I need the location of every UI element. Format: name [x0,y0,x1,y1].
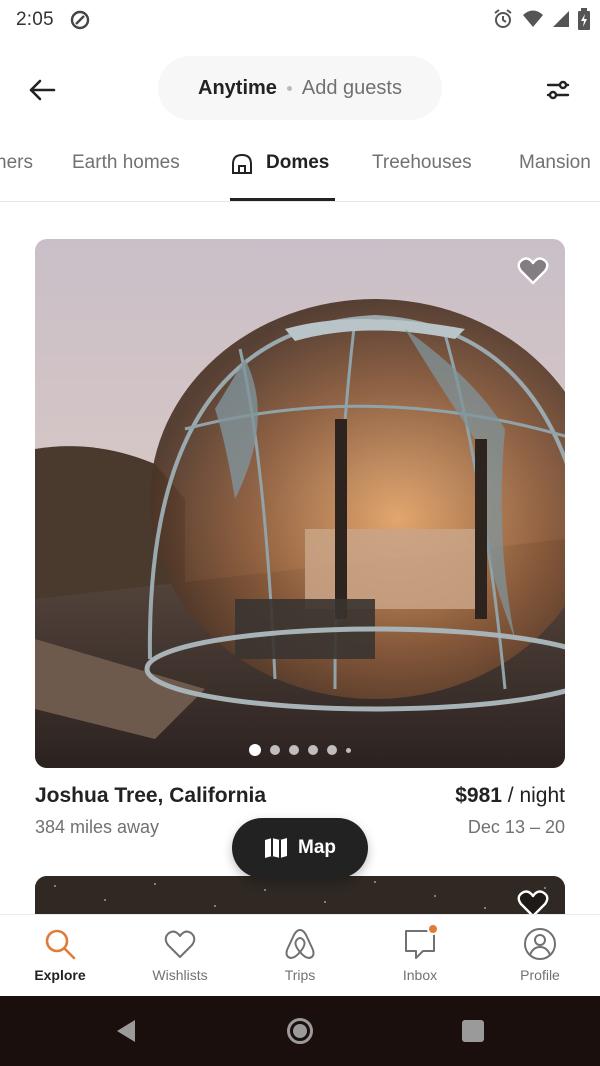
carousel-dot[interactable] [346,747,351,753]
nav-label: Trips [284,967,316,983]
heart-icon [164,930,196,958]
profile-icon [524,928,556,960]
nav-profile[interactable]: Profile [480,915,600,996]
nav-trips[interactable]: Trips [240,915,360,996]
signal-icon [553,11,569,27]
bottom-navigation: Explore Wishlists Trips Inbox Profile [0,914,600,996]
nav-explore[interactable]: Explore [0,915,120,996]
tab-treehouses[interactable]: Treehouses [372,152,472,174]
system-navigation-bar [0,996,600,1066]
system-back-icon[interactable] [115,1018,137,1044]
map-button-label: Map [298,837,336,858]
price-suffix: / night [501,784,565,807]
wifi-icon [523,10,543,27]
nav-label: Profile [520,967,560,983]
system-recents-icon[interactable] [462,1020,484,1042]
search-header: Anytime Add guests [0,56,600,120]
tab-category-partial[interactable]: ners [0,152,33,174]
active-tab-indicator [230,198,335,201]
at-circle-icon [70,10,89,30]
back-button[interactable] [24,72,60,108]
map-button[interactable]: Map [232,818,368,878]
listing-distance: 384 miles away [35,817,160,837]
status-bar: 2:05 [0,0,600,40]
arrow-left-icon [29,79,56,101]
dome-icon [232,153,252,174]
tab-domes[interactable]: Domes [266,152,329,174]
photo-carousel-dots [35,744,565,756]
nav-label: Wishlists [152,967,208,983]
status-icons [492,8,590,30]
listing-title[interactable]: Joshua Tree, California [35,784,266,808]
nav-label: Inbox [402,967,438,983]
save-heart-icon[interactable] [517,255,549,287]
tab-mansions[interactable]: Mansion [519,152,591,174]
starry-photo-image [35,876,565,916]
dome-photo-image [35,239,565,768]
search-icon [45,929,76,960]
listing-price: $981 [455,784,502,807]
nav-inbox[interactable]: Inbox [360,915,480,996]
map-icon [265,838,287,858]
notification-badge [427,923,439,935]
carousel-dot[interactable] [308,745,318,755]
listing-dates: Dec 13 – 20 [467,817,565,837]
battery-icon [578,8,590,30]
listing-photo-2[interactable] [35,876,565,916]
nav-label: Explore [34,967,86,983]
system-home-icon[interactable] [287,1018,313,1044]
nav-wishlists[interactable]: Wishlists [120,915,240,996]
category-tabs: ners Earth homes Domes Treehouses Mansio… [0,138,600,202]
tab-earth-homes[interactable]: Earth homes [72,152,180,174]
filter-sliders-icon [546,80,570,100]
listing-price-line: $981 / night [455,784,565,808]
alarm-icon [494,9,512,28]
date-filter[interactable]: Anytime [198,77,277,100]
separator-dot [286,85,292,91]
guests-filter[interactable]: Add guests [302,77,402,100]
search-pill[interactable]: Anytime Add guests [158,56,442,120]
status-time: 2:05 [16,9,54,30]
airbnb-logo-icon [285,929,315,959]
carousel-dot-active[interactable] [249,744,261,756]
filter-button[interactable] [540,72,576,108]
carousel-dot[interactable] [270,745,280,755]
carousel-dot[interactable] [289,745,299,755]
listing-photo[interactable] [35,239,565,768]
save-heart-icon-2[interactable] [517,888,549,916]
inbox-icon-wrap [403,923,439,961]
carousel-dot[interactable] [327,745,337,755]
